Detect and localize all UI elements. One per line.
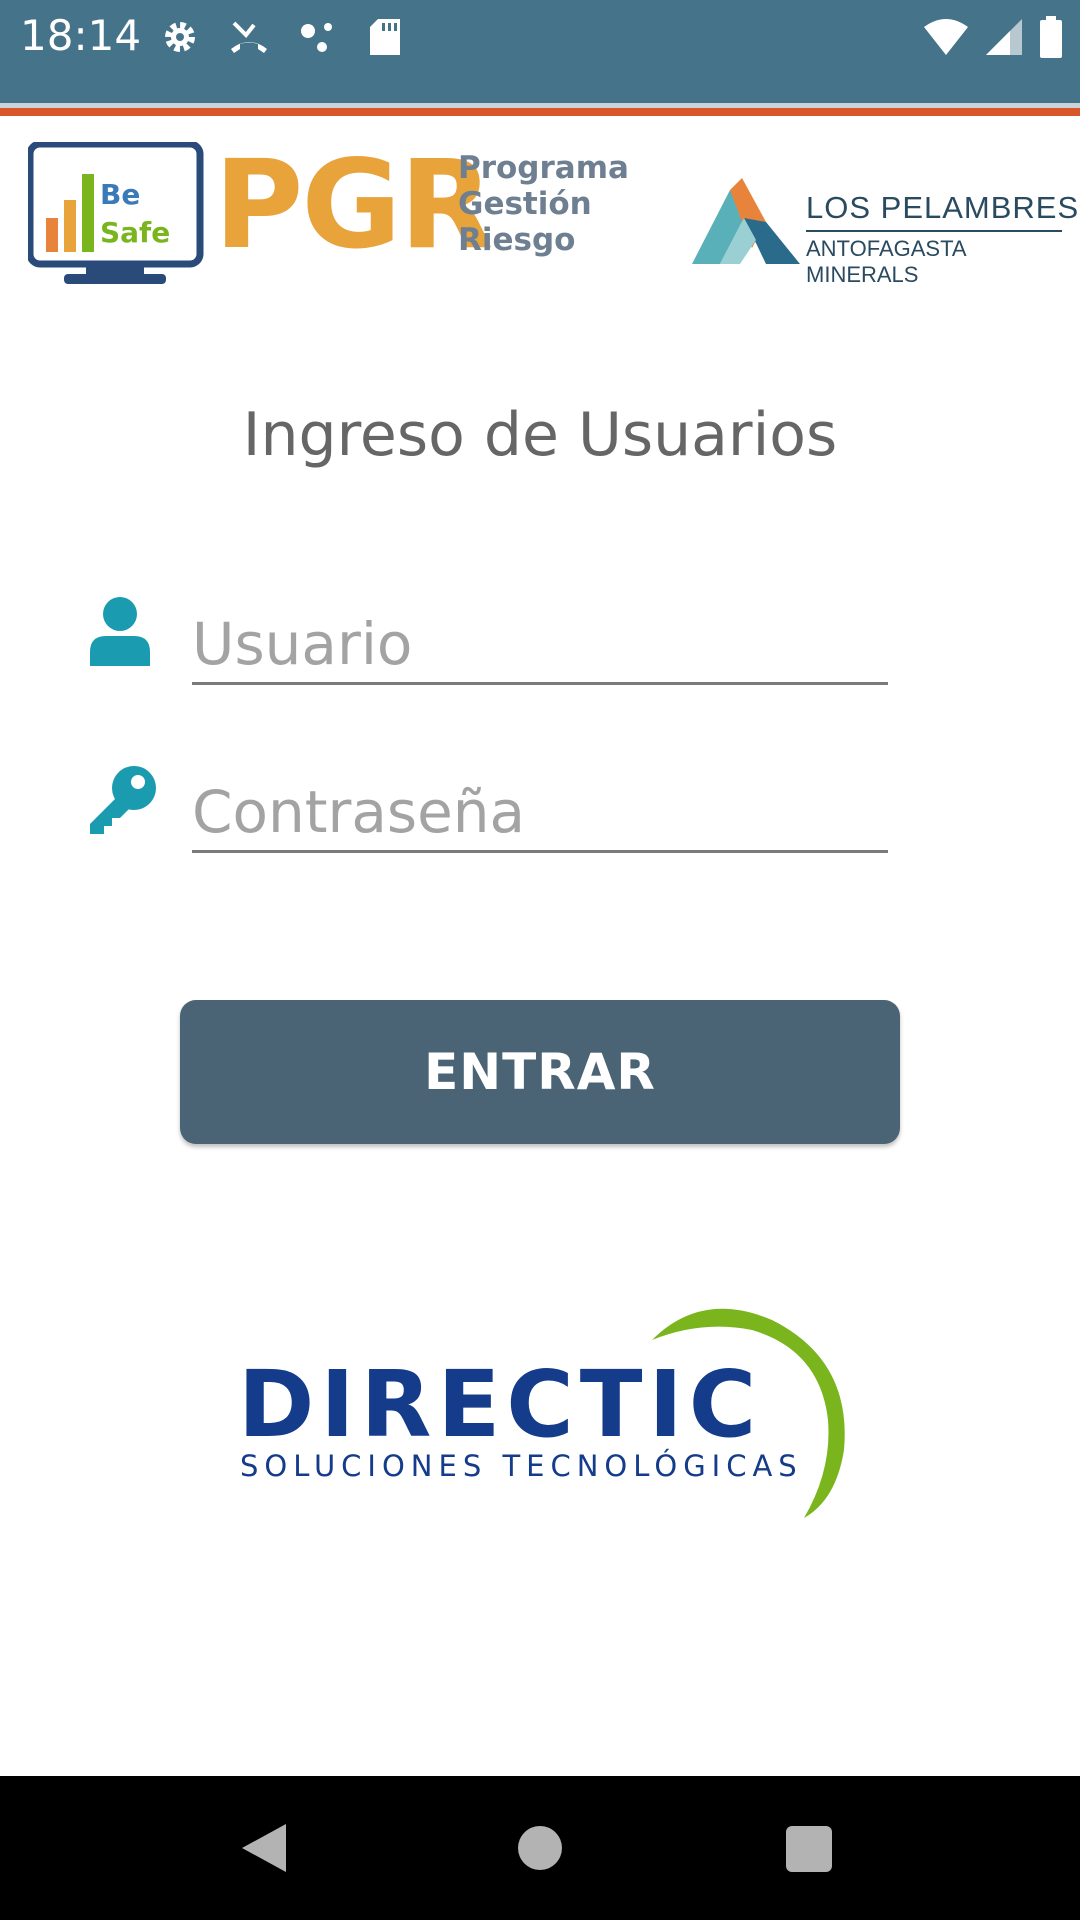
page-title: Ingreso de Usuarios xyxy=(242,400,838,470)
status-icons-right xyxy=(922,14,1064,60)
pelambres-logo-mark xyxy=(692,178,800,264)
directic-tagline: SOLUCIONES TECNOLÓGICAS xyxy=(240,1449,803,1483)
sd-card-icon xyxy=(370,19,400,55)
missed-call-icon xyxy=(231,21,267,53)
pgr-subtitle-line: Gestión xyxy=(458,186,592,222)
directic-name: DIRECTIC xyxy=(238,1351,762,1458)
besafe-safe-text: Safe xyxy=(100,216,170,249)
status-icons-left xyxy=(160,14,402,60)
pgr-subtitle: Programa Gestión Riesgo xyxy=(458,150,629,258)
home-icon[interactable] xyxy=(518,1826,562,1870)
partner-divider xyxy=(806,230,1062,232)
username-field xyxy=(192,592,888,685)
key-icon xyxy=(90,766,156,834)
besafe-be-text: Be xyxy=(100,178,140,211)
pgr-subtitle-line: Riesgo xyxy=(458,222,576,258)
recent-apps-icon[interactable] xyxy=(786,1826,832,1872)
besafe-logo: Be Safe xyxy=(28,142,204,284)
accent-line xyxy=(0,108,1080,116)
directic-logo: DIRECTIC SOLUCIONES TECNOLÓGICAS xyxy=(238,1308,845,1518)
pgr-title: PGR xyxy=(214,134,493,276)
status-time: 18:14 xyxy=(20,11,142,60)
partner-subtitle: ANTOFAGASTA MINERALS xyxy=(806,236,966,287)
password-field xyxy=(192,760,888,853)
signal-icon xyxy=(986,19,1022,55)
wifi-icon xyxy=(924,19,968,55)
password-input[interactable] xyxy=(192,778,888,846)
gear-icon xyxy=(165,22,195,52)
status-bar: 18:14 xyxy=(0,0,1080,103)
dots-icon xyxy=(301,23,332,52)
username-input[interactable] xyxy=(192,610,888,678)
user-icon xyxy=(90,597,150,666)
back-icon[interactable] xyxy=(240,1822,288,1874)
partner-name: LOS PELAMBRES xyxy=(806,190,1080,225)
battery-icon xyxy=(1040,16,1062,58)
pgr-subtitle-line: Programa xyxy=(458,150,629,186)
entrar-button[interactable]: ENTRAR xyxy=(180,1000,900,1144)
